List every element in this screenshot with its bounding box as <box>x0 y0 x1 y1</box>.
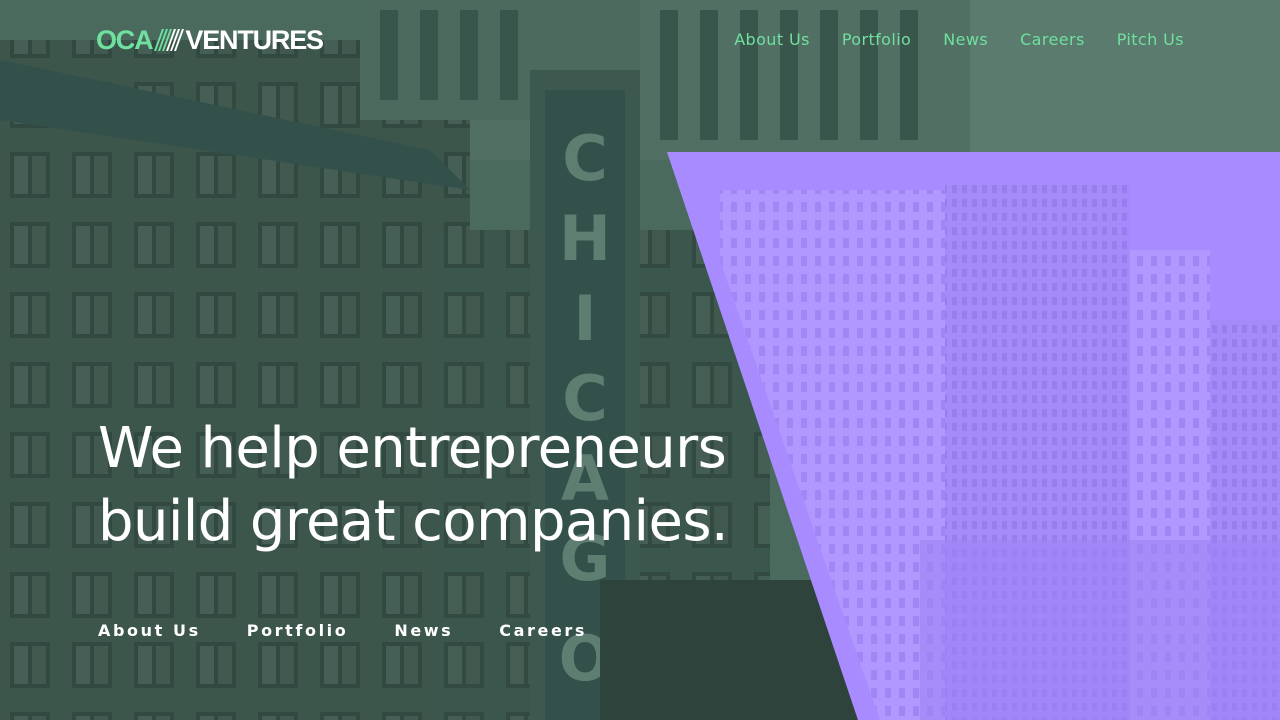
logo-ventures-text: VENTURES <box>185 25 324 55</box>
hero-heading: We help entrepreneurs build great compan… <box>98 412 738 558</box>
nav-portfolio-link[interactable]: Portfolio <box>842 28 911 52</box>
site-header: OCA VENTURES About Us Portfolio News Car… <box>0 0 1280 80</box>
svg-text:H: H <box>559 202 611 275</box>
hero-secondary-nav: About Us Portfolio News Careers <box>98 619 587 643</box>
svg-text:I: I <box>573 282 596 355</box>
hero-portfolio-link[interactable]: Portfolio <box>247 619 349 643</box>
nav-pitch-us-link[interactable]: Pitch Us <box>1117 28 1184 52</box>
hero-line-1: We help entrepreneurs <box>98 416 727 481</box>
oca-ventures-logo[interactable]: OCA VENTURES <box>96 25 324 55</box>
nav-news-link[interactable]: News <box>943 28 988 52</box>
primary-nav: About Us Portfolio News Careers Pitch Us <box>734 28 1184 52</box>
city-background-image: C H I C A G O <box>0 0 1280 720</box>
hero-about-us-link[interactable]: About Us <box>98 619 201 643</box>
hero-line-2: build great companies. <box>98 489 729 554</box>
hero-news-link[interactable]: News <box>394 619 453 643</box>
hero-careers-link[interactable]: Careers <box>499 619 587 643</box>
hero-page: C H I C A G O OCA VENTURES About Us Port… <box>0 0 1280 720</box>
nav-about-us-link[interactable]: About Us <box>734 28 810 52</box>
nav-careers-link[interactable]: Careers <box>1020 28 1085 52</box>
svg-text:C: C <box>562 122 608 195</box>
logo-oca-text: OCA <box>96 25 154 55</box>
logo-stripes-icon <box>154 29 185 51</box>
